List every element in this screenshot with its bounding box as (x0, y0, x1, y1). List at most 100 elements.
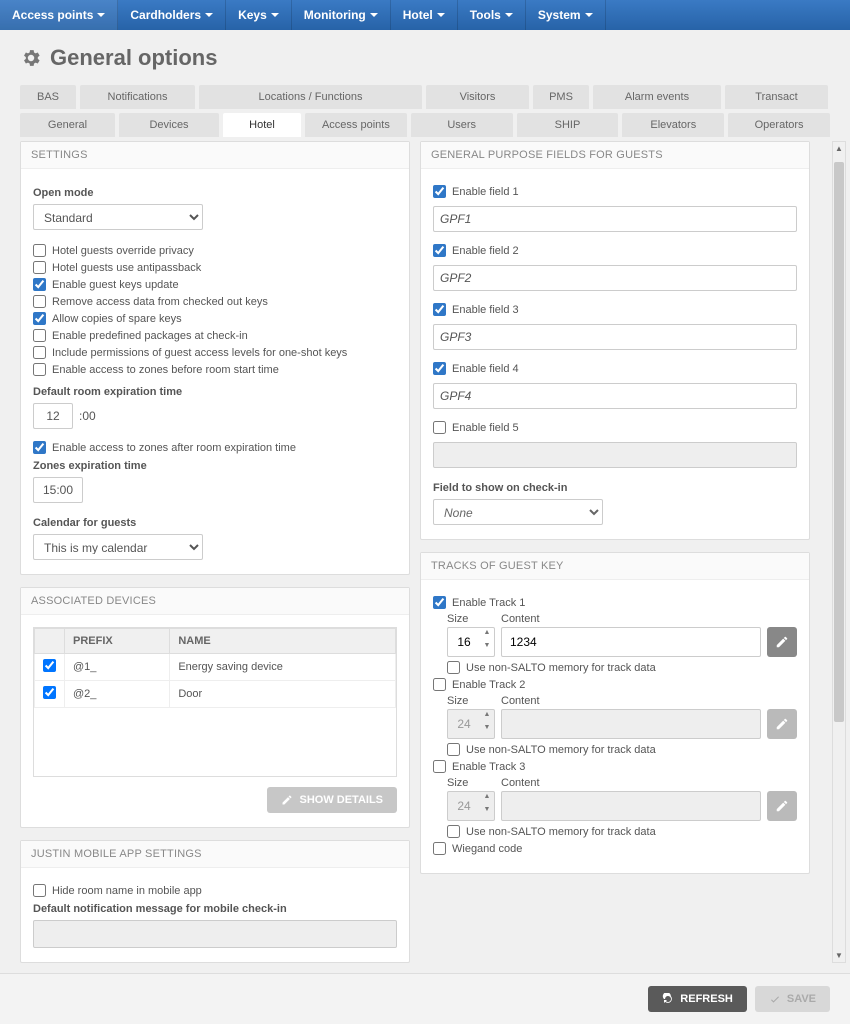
tab-hotel[interactable]: Hotel (223, 113, 301, 137)
track-nonsalto-1[interactable] (447, 661, 460, 674)
gpf-input-3[interactable] (433, 324, 797, 350)
tab-elevators[interactable]: Elevators (622, 113, 724, 137)
nav-item-hotel[interactable]: Hotel (391, 0, 458, 30)
tab-alarm-events[interactable]: Alarm events (593, 85, 721, 109)
tab-devices[interactable]: Devices (119, 113, 219, 137)
spinner-icon[interactable]: ▲▼ (481, 629, 493, 655)
settings-check-2[interactable] (33, 278, 46, 291)
tab-pms[interactable]: PMS (533, 85, 589, 109)
settings-check-7[interactable] (33, 363, 46, 376)
track-nonsalto-2[interactable] (447, 743, 460, 756)
settings-check-label-1: Hotel guests use antipassback (52, 262, 201, 274)
zone-after-checkbox[interactable] (33, 441, 46, 454)
settings-check-4[interactable] (33, 312, 46, 325)
gpf-input-5[interactable] (433, 442, 797, 468)
track-enable-2[interactable] (433, 678, 446, 691)
track-enable-label-2: Enable Track 2 (452, 679, 525, 691)
tab-users[interactable]: Users (411, 113, 513, 137)
table-row[interactable]: @1_Energy saving device (35, 654, 396, 681)
gear-icon (20, 47, 42, 69)
settings-check-6[interactable] (33, 346, 46, 359)
hide-room-label: Hide room name in mobile app (52, 885, 202, 897)
device-check-0[interactable] (43, 659, 56, 672)
caret-down-icon (370, 13, 378, 17)
show-details-label: SHOW DETAILS (299, 794, 383, 806)
track-content-input-1[interactable] (501, 627, 761, 657)
nav-label: System (538, 8, 581, 22)
content-columns: SETTINGS Open mode Standard Hotel guests… (20, 141, 830, 963)
settings-check-0[interactable] (33, 244, 46, 257)
devices-col-name: NAME (170, 629, 396, 654)
gpf-check-5[interactable] (433, 421, 446, 434)
gpf-input-4[interactable] (433, 383, 797, 409)
gpf-check-1[interactable] (433, 185, 446, 198)
nav-item-keys[interactable]: Keys (226, 0, 292, 30)
gpf-check-label-3: Enable field 3 (452, 304, 519, 316)
gpf-check-3[interactable] (433, 303, 446, 316)
caret-down-icon (271, 13, 279, 17)
tab-transact[interactable]: Transact (725, 85, 828, 109)
track-content-input-2[interactable] (501, 709, 761, 739)
device-check-1[interactable] (43, 686, 56, 699)
nav-item-tools[interactable]: Tools (458, 0, 526, 30)
track-edit-button-3[interactable] (767, 791, 797, 821)
device-name: Door (170, 681, 396, 708)
page-title: General options (50, 45, 217, 71)
top-nav: Access pointsCardholdersKeysMonitoringHo… (0, 0, 850, 30)
page-title-row: General options (20, 45, 830, 71)
tab-access-points[interactable]: Access points (305, 113, 407, 137)
panel-settings-head: SETTINGS (21, 142, 409, 169)
wiegand-checkbox[interactable] (433, 842, 446, 855)
nav-item-system[interactable]: System (526, 0, 606, 30)
room-exp-hour-input[interactable] (33, 403, 73, 429)
calendar-label: Calendar for guests (33, 517, 397, 529)
track-enable-3[interactable] (433, 760, 446, 773)
track-edit-button-1[interactable] (767, 627, 797, 657)
spinner-icon[interactable]: ▲▼ (481, 711, 493, 737)
scrollbar[interactable]: ▲ ▼ (832, 141, 846, 963)
tab-general[interactable]: General (20, 113, 115, 137)
refresh-label: REFRESH (680, 993, 733, 1005)
settings-check-3[interactable] (33, 295, 46, 308)
notif-input[interactable] (33, 920, 397, 948)
zones-exp-input[interactable] (33, 477, 83, 503)
hide-room-checkbox[interactable] (33, 884, 46, 897)
gpf-check-4[interactable] (433, 362, 446, 375)
track-nonsalto-3[interactable] (447, 825, 460, 838)
tab-ship[interactable]: SHIP (517, 113, 619, 137)
tab-bas[interactable]: BAS (20, 85, 76, 109)
nav-item-cardholders[interactable]: Cardholders (118, 0, 226, 30)
gpf-check-2[interactable] (433, 244, 446, 257)
table-row[interactable]: @2_Door (35, 681, 396, 708)
devices-col-prefix: PREFIX (65, 629, 170, 654)
devices-table-wrap[interactable]: PREFIX NAME @1_Energy saving device@2_Do… (33, 627, 397, 777)
gpf-show-select[interactable]: None (433, 499, 603, 525)
calendar-select[interactable]: This is my calendar (33, 534, 203, 560)
nav-label: Tools (470, 8, 501, 22)
devices-col-check (35, 629, 65, 654)
show-details-button[interactable]: SHOW DETAILS (267, 787, 397, 813)
scroll-thumb[interactable] (834, 162, 844, 722)
tab-operators[interactable]: Operators (728, 113, 830, 137)
zones-exp-label: Zones expiration time (33, 460, 397, 472)
track-edit-button-2[interactable] (767, 709, 797, 739)
gpf-input-2[interactable] (433, 265, 797, 291)
tab-visitors[interactable]: Visitors (426, 85, 529, 109)
track-size-label: Size (447, 777, 495, 789)
nav-item-access-points[interactable]: Access points (0, 0, 118, 30)
device-prefix: @1_ (65, 654, 170, 681)
save-button[interactable]: SAVE (755, 986, 830, 1012)
nav-item-monitoring[interactable]: Monitoring (292, 0, 391, 30)
track-size-label: Size (447, 613, 495, 625)
spinner-icon[interactable]: ▲▼ (481, 793, 493, 819)
tab-locations-functions[interactable]: Locations / Functions (199, 85, 422, 109)
panel-justin: JUSTIN MOBILE APP SETTINGS Hide room nam… (20, 840, 410, 963)
tab-notifications[interactable]: Notifications (80, 85, 195, 109)
settings-check-5[interactable] (33, 329, 46, 342)
open-mode-select[interactable]: Standard (33, 204, 203, 230)
track-enable-1[interactable] (433, 596, 446, 609)
gpf-input-1[interactable] (433, 206, 797, 232)
refresh-button[interactable]: REFRESH (648, 986, 747, 1012)
settings-check-1[interactable] (33, 261, 46, 274)
track-content-input-3[interactable] (501, 791, 761, 821)
